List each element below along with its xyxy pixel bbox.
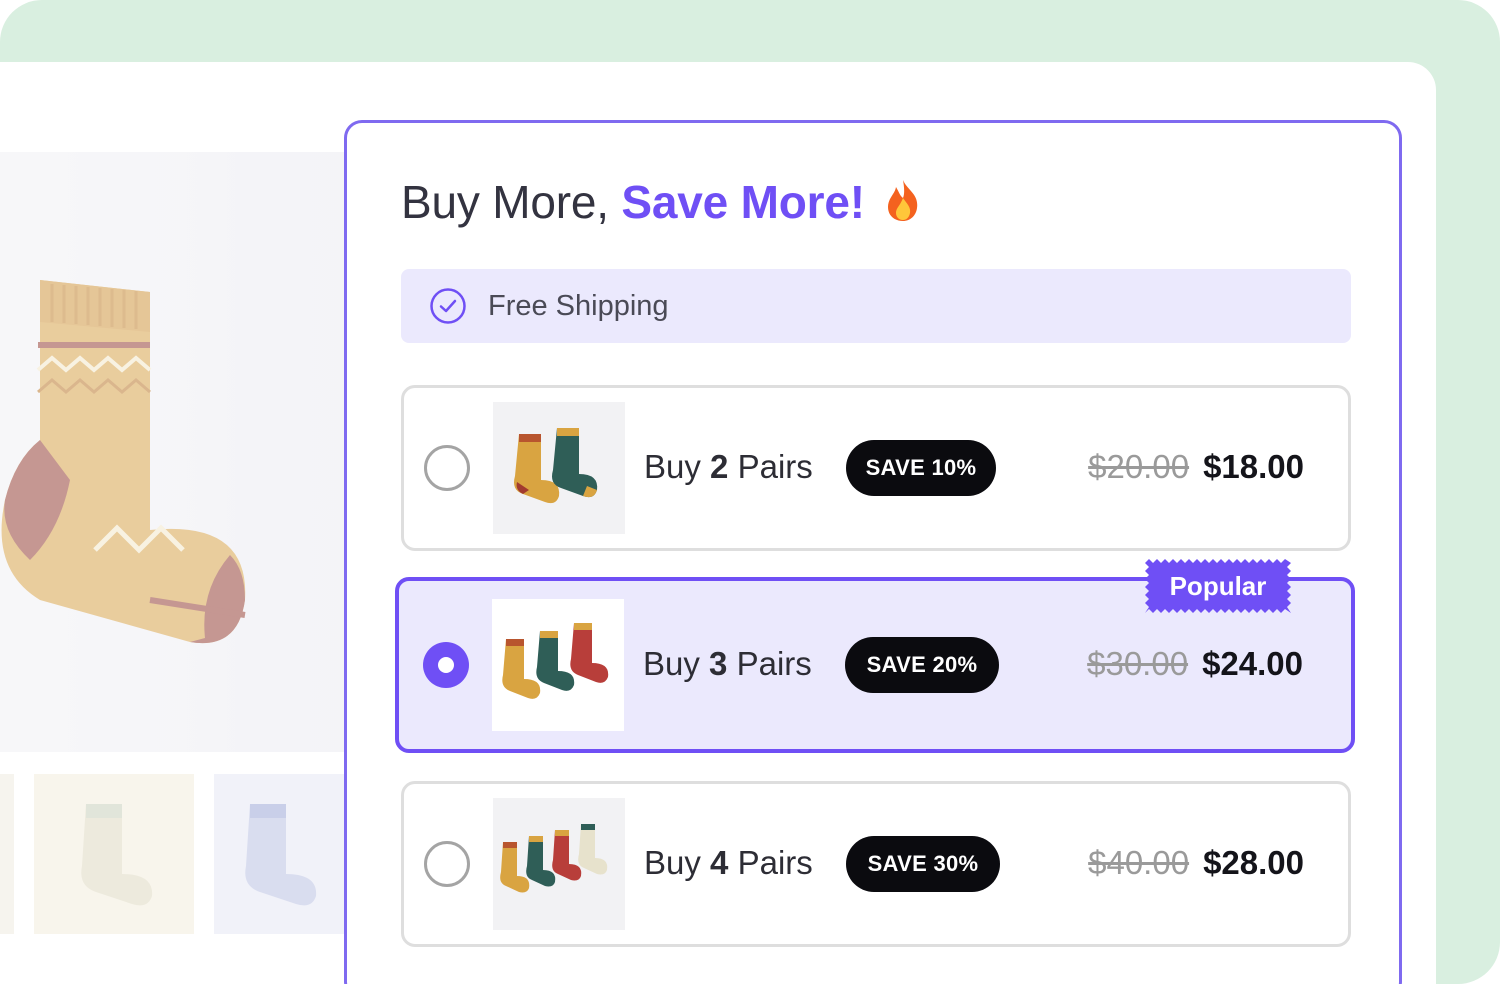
original-price: $40.00: [1088, 844, 1190, 881]
option-title: Buy 3 Pairs: [643, 645, 812, 682]
option-title: Buy 4 Pairs: [644, 844, 813, 881]
two-socks-icon: [514, 428, 598, 504]
save-badge: SAVE 30%: [846, 836, 1000, 892]
option-prices: $40.00 $28.00: [1088, 844, 1304, 882]
original-price: $20.00: [1088, 448, 1190, 485]
option-prices: $30.00 $24.00: [1087, 645, 1303, 683]
radio-button-selected[interactable]: [423, 642, 469, 688]
option-title: Buy 2 Pairs: [644, 448, 813, 485]
gallery-fade-overlay: [0, 62, 380, 984]
sale-price: $24.00: [1202, 645, 1303, 682]
free-shipping-banner: Free Shipping: [401, 269, 1351, 343]
bundle-option-2-pairs[interactable]: Buy 2 Pairs SAVE 10% $20.00 $18.00: [401, 385, 1351, 551]
bundle-image-2-pairs: [493, 402, 625, 534]
save-badge: SAVE 20%: [845, 637, 999, 693]
original-price: $30.00: [1087, 645, 1189, 682]
free-shipping-label: Free Shipping: [488, 290, 669, 322]
three-socks-icon: [502, 623, 609, 699]
bundle-heading: Buy More, Save More!: [401, 175, 923, 229]
popular-badge-label: Popular: [1169, 571, 1267, 601]
bundle-image-3-pairs: [492, 599, 624, 731]
sale-price: $18.00: [1203, 448, 1304, 485]
bundle-option-3-pairs[interactable]: Buy 3 Pairs SAVE 20% $30.00 $24.00 Popula…: [395, 559, 1355, 753]
save-badge: SAVE 10%: [846, 440, 996, 496]
heading-plain-text: Buy More,: [401, 176, 622, 228]
popular-badge: Popular: [1145, 559, 1291, 613]
four-socks-icon: [500, 824, 608, 893]
heading-accent-text: Save More!: [621, 176, 865, 228]
check-circle-icon: [430, 288, 466, 324]
bundle-offer-widget: Buy More, Save More! Free Shipping Buy 2…: [344, 120, 1402, 984]
fire-icon: [888, 180, 918, 221]
radio-button[interactable]: [424, 445, 470, 491]
bundle-image-4-pairs: [493, 798, 625, 930]
sale-price: $28.00: [1203, 844, 1304, 881]
option-prices: $20.00 $18.00: [1088, 448, 1304, 486]
bundle-option-4-pairs[interactable]: Buy 4 Pairs SAVE 30% $40.00 $28.00: [401, 781, 1351, 947]
radio-button[interactable]: [424, 841, 470, 887]
